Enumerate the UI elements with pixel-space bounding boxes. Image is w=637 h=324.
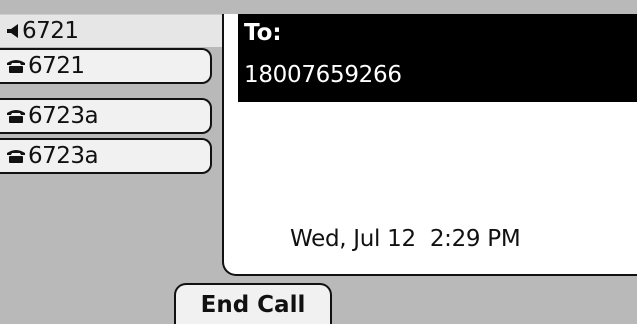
line-key-1[interactable]: 6721 (0, 48, 212, 84)
line-key-label: 6723a (28, 103, 99, 129)
to-label: To: (244, 20, 282, 46)
active-line-header: 6721 (0, 14, 222, 47)
speaker-icon (6, 23, 20, 39)
line-key-2[interactable]: 6723a (0, 98, 212, 134)
call-info-panel: To: 18007659266 Wed, Jul 12 2:29 PM (222, 14, 637, 276)
active-line-label: 6721 (22, 18, 79, 44)
line-key-label: 6721 (28, 53, 85, 79)
phone-icon (6, 58, 26, 74)
phone-icon (6, 108, 26, 124)
phone-icon (6, 148, 26, 164)
dialed-party-block: To: 18007659266 (238, 14, 637, 102)
date-time: Wed, Jul 12 2:29 PM (290, 226, 521, 252)
phone-screen: 6721 6721 6723a 6723a To: 18007659266 We… (0, 0, 637, 324)
line-key-label: 6723a (28, 143, 99, 169)
dialed-number: 18007659266 (244, 62, 402, 88)
end-call-button[interactable]: End Call (174, 283, 332, 324)
line-key-3[interactable]: 6723a (0, 138, 212, 174)
